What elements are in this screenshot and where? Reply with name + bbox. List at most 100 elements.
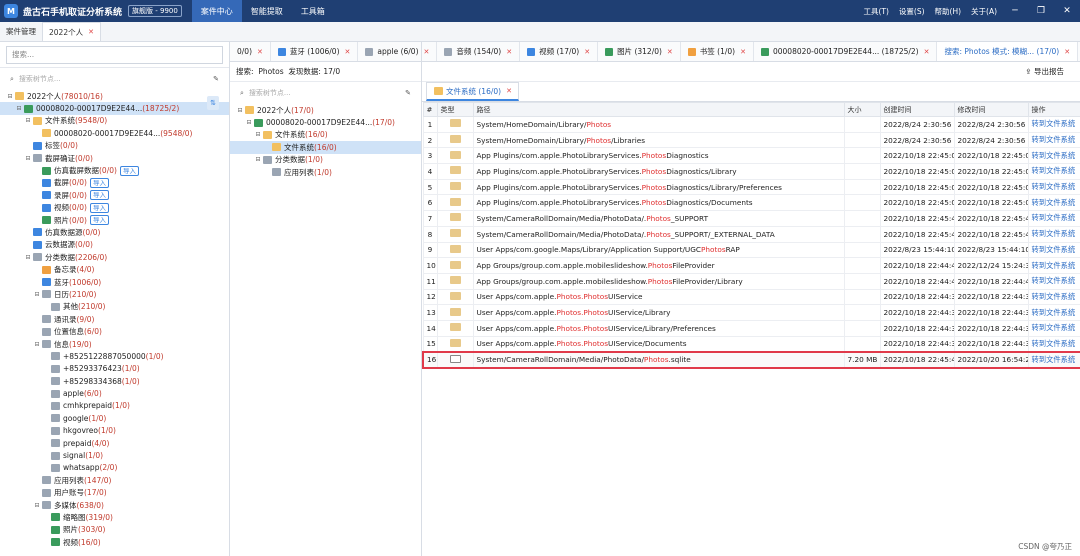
tree-node[interactable]: ⊟ 多媒体 (638/0): [0, 499, 229, 511]
table-row[interactable]: 12 User Apps/com.apple.Photos.PhotosUISer…: [422, 288, 1080, 306]
tree-node[interactable]: +85298334368 (1/0): [0, 375, 229, 387]
goto-filesystem-link[interactable]: 转到文件系统: [1027, 163, 1080, 180]
close-tab-icon[interactable]: ✕: [506, 87, 512, 95]
col-size[interactable]: 大小: [843, 102, 881, 117]
tree-node[interactable]: 录屏 (0/0) 导入: [0, 189, 229, 201]
table-row[interactable]: 11 App Groups/group.com.apple.mobileslide…: [422, 272, 1080, 290]
tree-node[interactable]: 截屏 (0/0) 导入: [0, 177, 229, 189]
tree-node[interactable]: 标签 (0/0): [0, 140, 229, 152]
tree-node[interactable]: ⊟ 信息 (19/0): [0, 338, 229, 350]
data-tab[interactable]: 书签 (1/0) ✕: [681, 42, 754, 61]
tree-node[interactable]: signal (1/0): [0, 449, 229, 461]
tree-node[interactable]: ⊟ 分类数据 (1/0): [230, 154, 421, 166]
tab-case-management[interactable]: 案件管理: [0, 22, 42, 41]
close-tab-icon[interactable]: ✕: [506, 48, 512, 56]
left-node-search[interactable]: ⌕ 搜索树节点... ✎: [0, 68, 229, 90]
tree-node[interactable]: +8525122887050000 (1/0): [0, 350, 229, 362]
goto-filesystem-link[interactable]: 转到文件系统: [1027, 210, 1080, 227]
tab-file-system[interactable]: 文件系统 (16/0) ✕: [426, 82, 519, 101]
goto-filesystem-link[interactable]: 转到文件系统: [1027, 194, 1080, 212]
close-tab-icon[interactable]: ✕: [667, 48, 673, 56]
import-button[interactable]: 导入: [119, 165, 139, 176]
tree-node[interactable]: 位置信息 (6/0): [0, 325, 229, 337]
table-row[interactable]: 15 User Apps/com.apple.Photos.PhotosUISer…: [422, 335, 1080, 353]
tree-node[interactable]: ⊟ 2022个人 (78010/16): [0, 90, 229, 102]
expander-icon[interactable]: ⊟: [15, 105, 23, 112]
tree-node[interactable]: 仿真数据源 (0/0): [0, 226, 229, 238]
col-modified[interactable]: 修改时间: [953, 102, 1029, 117]
tree-node[interactable]: google (1/0): [0, 412, 229, 424]
tree-node[interactable]: ⊟ 00008020-00017D9E2E44... (17/0): [230, 116, 421, 128]
col-created[interactable]: 创建时间: [879, 102, 955, 117]
table-row[interactable]: 16 System/CameraRollDomain/Media/PhotoDat…: [422, 350, 1080, 369]
goto-filesystem-link[interactable]: 转到文件系统: [1027, 304, 1080, 321]
tree-node[interactable]: ⊟ 文件系统 (9548/0): [0, 115, 229, 127]
tree-node[interactable]: cmhkprepaid (1/0): [0, 400, 229, 412]
goto-filesystem-link[interactable]: 转到文件系统: [1027, 147, 1080, 165]
tree-node[interactable]: 视频 (0/0) 导入: [0, 202, 229, 214]
tree-node[interactable]: 00008020-00017D9E2E44... (9548/0): [0, 127, 229, 139]
data-tab[interactable]: 视频 (17/0) ✕: [520, 42, 599, 61]
left-search-input[interactable]: 搜索...: [6, 45, 223, 64]
goto-filesystem-link[interactable]: 转到文件系统: [1027, 350, 1080, 369]
close-tab-icon[interactable]: ✕: [584, 48, 590, 56]
table-row[interactable]: 1 System/HomeDomain/Library/Photos 2022/8/…: [422, 116, 1080, 133]
expander-icon[interactable]: ⊟: [254, 156, 262, 163]
goto-filesystem-link[interactable]: 转到文件系统: [1027, 335, 1080, 353]
close-tab-icon[interactable]: ✕: [924, 48, 930, 56]
table-row[interactable]: 9 User Apps/com.google.Maps/Library/Appli…: [422, 241, 1080, 259]
import-button[interactable]: 导入: [89, 215, 109, 226]
col-path[interactable]: 路径: [472, 102, 845, 117]
tree-node[interactable]: ⊟ 00008020-00017D9E2E44... (18725/2): [0, 102, 229, 115]
tree-node[interactable]: 应用列表 (1/0): [230, 166, 421, 178]
goto-filesystem-link[interactable]: 转到文件系统: [1027, 288, 1080, 306]
minimize-icon[interactable]: ─: [1002, 6, 1028, 16]
tree-node[interactable]: ⊟ 截屏确证 (0/0): [0, 152, 229, 164]
tree-node[interactable]: ⊟ 2022个人 (17/0): [230, 104, 421, 116]
table-row[interactable]: 8 System/CameraRollDomain/Media/PhotoData…: [422, 225, 1080, 243]
sort-toggle-icon[interactable]: ⇅: [207, 96, 219, 110]
data-tab[interactable]: 音频 (154/0) ✕: [437, 42, 521, 61]
expander-icon[interactable]: ⊟: [254, 131, 262, 138]
tree-node[interactable]: whatsapp (2/0): [0, 462, 229, 474]
menu-tools[interactable]: 工具(T): [858, 6, 893, 17]
tree-node[interactable]: prepaid (4/0): [0, 437, 229, 449]
goto-filesystem-link[interactable]: 转到文件系统: [1027, 257, 1080, 274]
tree-node[interactable]: 文件系统 (16/0): [230, 141, 421, 154]
goto-filesystem-link[interactable]: 转到文件系统: [1027, 319, 1080, 337]
table-row[interactable]: 7 System/CameraRollDomain/Media/PhotoData…: [422, 210, 1080, 227]
col-type[interactable]: 类型: [436, 102, 474, 117]
table-row[interactable]: 4 App Plugins/com.apple.PhotoLibraryServi…: [422, 163, 1080, 180]
expander-icon[interactable]: ⊟: [33, 341, 41, 348]
expander-icon[interactable]: ⊟: [236, 107, 244, 114]
expander-icon[interactable]: ⊟: [33, 502, 41, 509]
goto-filesystem-link[interactable]: 转到文件系统: [1027, 272, 1080, 290]
expander-icon[interactable]: ⊟: [6, 93, 14, 100]
import-button[interactable]: 导入: [89, 202, 109, 213]
menu-about[interactable]: 关于(A): [966, 6, 1002, 17]
close-tab-icon[interactable]: ✕: [424, 48, 430, 56]
close-tab-icon[interactable]: ✕: [1064, 48, 1070, 56]
table-row[interactable]: 10 App Groups/group.com.apple.mobileslide…: [422, 257, 1080, 274]
goto-filesystem-link[interactable]: 转到文件系统: [1027, 116, 1080, 133]
tree-node[interactable]: 照片 (303/0): [0, 524, 229, 536]
menu-case-center[interactable]: 案件中心: [191, 0, 242, 22]
menu-smart-extract[interactable]: 智能提取: [242, 0, 292, 22]
tree-node[interactable]: apple (6/0): [0, 387, 229, 399]
tree-node[interactable]: 照片 (0/0) 导入: [0, 214, 229, 226]
tree-node[interactable]: 通讯录 (9/0): [0, 313, 229, 325]
tree-node[interactable]: 视频 (16/0): [0, 536, 229, 548]
table-row[interactable]: 13 User Apps/com.apple.Photos.PhotosUISer…: [422, 304, 1080, 321]
goto-filesystem-link[interactable]: 转到文件系统: [1027, 241, 1080, 259]
tree-node[interactable]: ⊟ 文件系统 (16/0): [230, 129, 421, 141]
table-row[interactable]: 3 App Plugins/com.apple.PhotoLibraryServi…: [422, 147, 1080, 165]
goto-filesystem-link[interactable]: 转到文件系统: [1027, 225, 1080, 243]
clear-brush-icon[interactable]: ✎: [405, 89, 411, 97]
menu-toolbox[interactable]: 工具箱: [292, 0, 334, 22]
tree-node[interactable]: 备忘录 (4/0): [0, 263, 229, 275]
close-tab-icon[interactable]: ✕: [740, 48, 746, 56]
col-index[interactable]: #: [422, 102, 438, 117]
tree-node[interactable]: 缩略图 (319/0): [0, 511, 229, 523]
export-report-button[interactable]: ⇪ 导出报告: [1025, 66, 1064, 77]
middle-node-search[interactable]: ⌕ 搜索树节点... ✎: [230, 82, 421, 104]
